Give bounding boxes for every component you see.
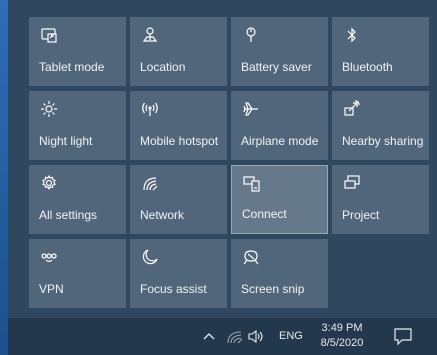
moon-icon <box>141 248 159 266</box>
screen-snip-icon <box>242 248 260 266</box>
tile-battery-saver[interactable]: Battery saver <box>231 17 328 86</box>
tablet-mode-icon <box>40 26 58 44</box>
tile-connect[interactable]: Connect <box>231 165 328 234</box>
tile-label: Nearby sharing <box>342 134 424 148</box>
quick-actions-grid: Tablet mode Location Battery saver Bluet… <box>29 17 429 308</box>
tile-label: Tablet mode <box>39 60 105 74</box>
tile-night-light[interactable]: Night light <box>29 91 126 160</box>
tile-bluetooth[interactable]: Bluetooth <box>332 17 429 86</box>
tile-vpn[interactable]: VPN <box>29 239 126 308</box>
clock-time: 3:49 PM <box>321 322 363 334</box>
chevron-up-icon[interactable] <box>202 329 216 343</box>
battery-saver-icon <box>242 26 260 44</box>
tile-label: All settings <box>39 208 98 222</box>
tile-label: Connect <box>242 207 287 221</box>
tile-label: VPN <box>39 282 64 296</box>
mobile-hotspot-icon <box>141 100 159 118</box>
project-icon <box>343 174 361 192</box>
airplane-icon <box>242 100 260 118</box>
desktop-edge <box>0 0 8 355</box>
bluetooth-icon <box>343 26 361 44</box>
tile-label: Bluetooth <box>342 60 393 74</box>
nearby-sharing-icon <box>343 100 361 118</box>
tile-nearby-sharing[interactable]: Nearby sharing <box>332 91 429 160</box>
tile-focus-assist[interactable]: Focus assist <box>130 239 227 308</box>
tile-airplane-mode[interactable]: Airplane mode <box>231 91 328 160</box>
tile-label: Mobile hotspot <box>140 134 219 148</box>
location-icon <box>141 26 159 44</box>
tile-label: Focus assist <box>140 282 207 296</box>
tile-tablet-mode[interactable]: Tablet mode <box>29 17 126 86</box>
clock[interactable]: 3:49 PM 8/5/2020 <box>313 321 371 351</box>
volume-icon[interactable] <box>248 329 265 344</box>
empty-slot <box>332 239 429 308</box>
notification-icon[interactable] <box>392 326 414 346</box>
tile-label: Airplane mode <box>241 134 319 148</box>
tile-label: Location <box>140 60 186 74</box>
tile-screen-snip[interactable]: Screen snip <box>231 239 328 308</box>
tile-location[interactable]: Location <box>130 17 227 86</box>
tile-label: Project <box>342 208 380 222</box>
tile-label: Network <box>140 208 185 222</box>
clock-date: 8/5/2020 <box>320 337 364 349</box>
network-icon <box>141 174 159 192</box>
vpn-icon <box>40 248 58 266</box>
language-indicator[interactable]: ENG <box>279 330 303 342</box>
tile-project[interactable]: Project <box>332 165 429 234</box>
action-center: Tablet mode Location Battery saver Bluet… <box>8 0 437 355</box>
taskbar: ENG 3:49 PM 8/5/2020 <box>8 318 437 355</box>
tile-all-settings[interactable]: All settings <box>29 165 126 234</box>
tile-network[interactable]: Network <box>130 165 227 234</box>
tile-mobile-hotspot[interactable]: Mobile hotspot <box>130 91 227 160</box>
gear-icon <box>40 174 58 192</box>
tile-label: Screen snip <box>241 282 305 296</box>
network-icon[interactable] <box>227 330 243 344</box>
connect-icon <box>243 175 261 193</box>
tile-label: Night light <box>39 134 93 148</box>
night-light-icon <box>40 100 58 118</box>
tile-label: Battery saver <box>241 60 312 74</box>
